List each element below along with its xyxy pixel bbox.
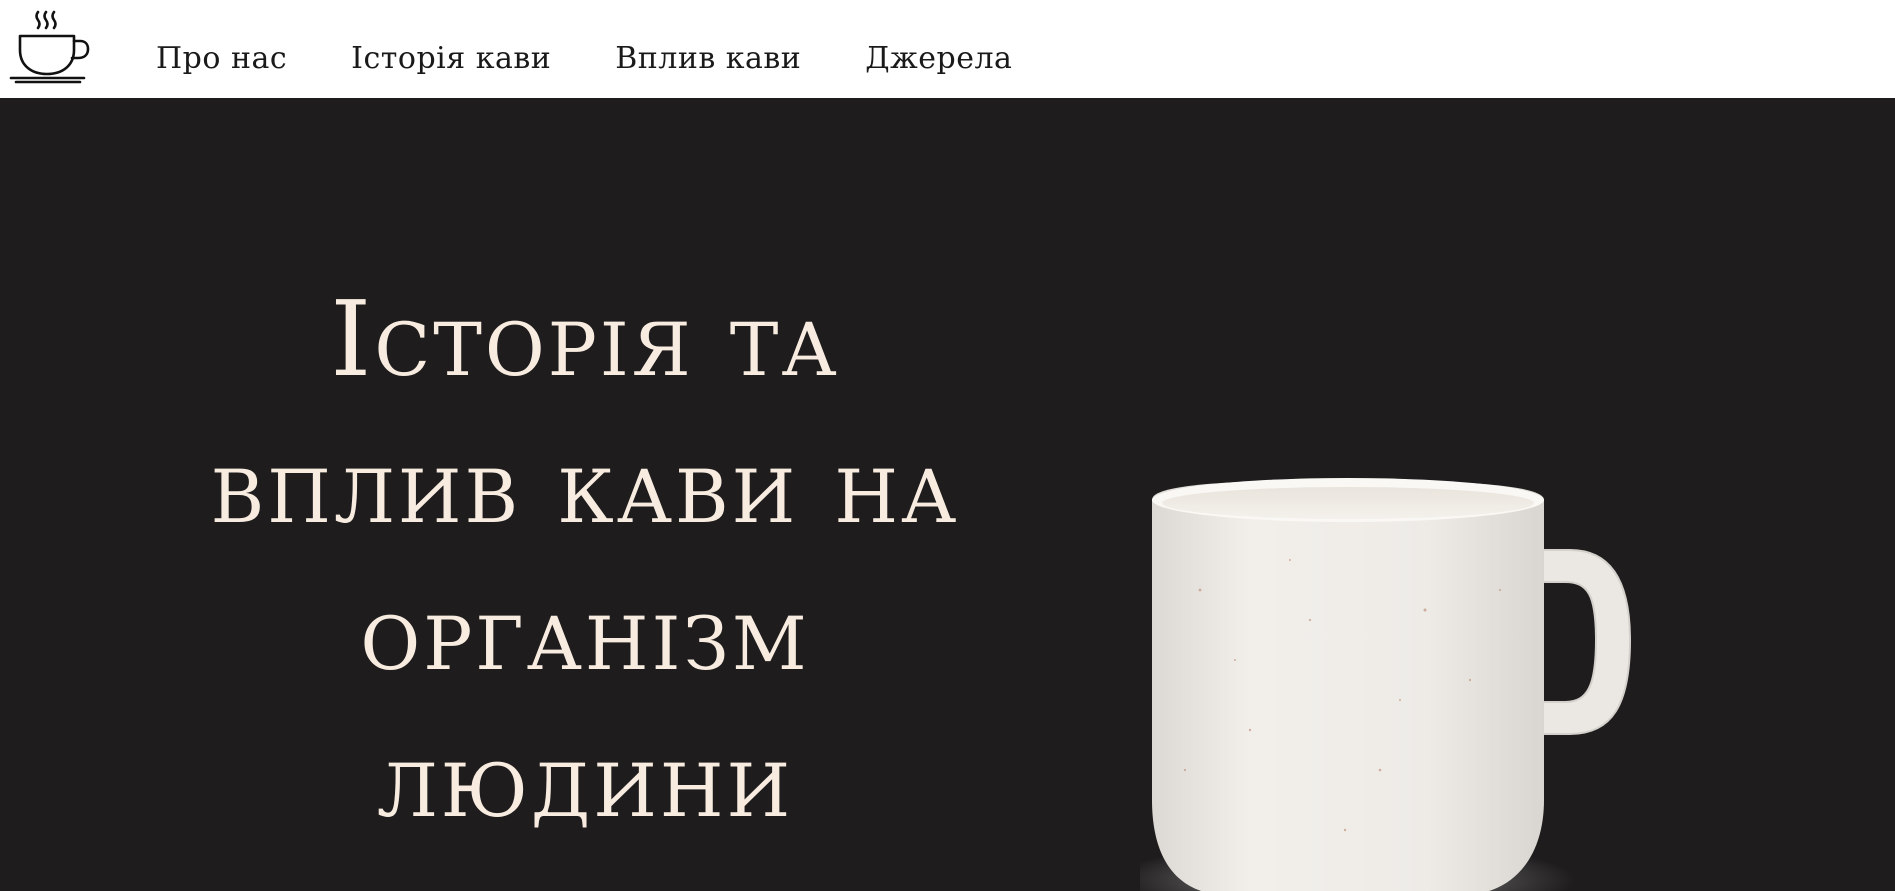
main-navigation: Про нас Історія кави Вплив кави Джерела (156, 44, 1076, 74)
coffee-cup-icon[interactable] (8, 8, 92, 84)
hero-section: Історія та вплив кави на організм людини (0, 98, 1895, 891)
nav-link-about[interactable]: Про нас (156, 44, 287, 74)
nav-link-impact[interactable]: Вплив кави (615, 44, 801, 74)
navbar: Про нас Історія кави Вплив кави Джерела (0, 0, 1895, 98)
hero-title: Історія та вплив кави на організм людини (210, 278, 960, 841)
nav-link-sources[interactable]: Джерела (865, 44, 1012, 74)
white-mug-image (1140, 478, 1632, 891)
nav-link-history[interactable]: Історія кави (351, 44, 551, 74)
